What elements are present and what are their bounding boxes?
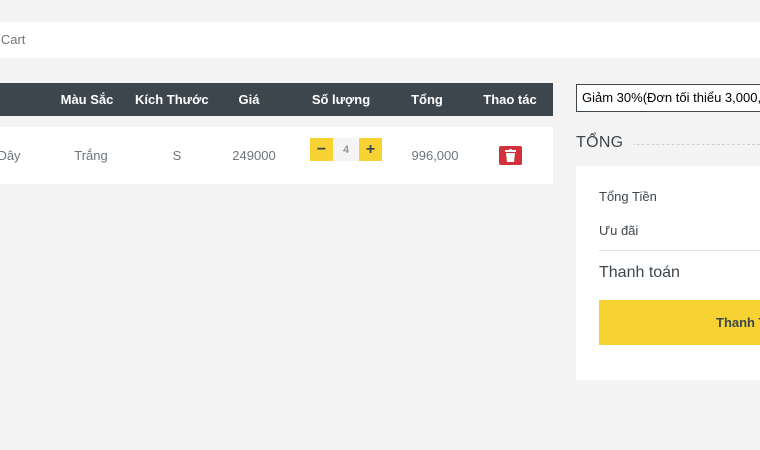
delete-button[interactable] (499, 146, 522, 165)
column-header-quantity: Số lượng (311, 92, 371, 107)
coupon-select[interactable]: Giảm 30%(Đơn tối thiểu 3,000,000) (576, 84, 760, 112)
payment-label: Thanh toán (599, 264, 680, 281)
summary-divider (599, 250, 760, 251)
trash-icon (505, 149, 516, 162)
column-header-color: Màu Sắc (60, 92, 114, 107)
summary-card: Tổng Tiền Ưu đãi Thanh toán Thanh T (576, 166, 760, 380)
table-row: Dây Trắng S 249000 − + 996,000 (0, 127, 553, 184)
summary-title: TỔNG (576, 134, 634, 152)
cell-product[interactable]: Dây (0, 127, 26, 184)
increase-quantity-button[interactable]: + (359, 138, 382, 161)
quantity-input[interactable] (333, 138, 359, 161)
cart-table: Màu Sắc Kích Thước Giá Số lượng Tổng Tha… (0, 83, 553, 116)
cell-price: 249000 (232, 148, 276, 163)
column-header-size: Kích Thước (135, 92, 209, 107)
cell-total: 996,000 (411, 148, 459, 163)
cell-color: Trắng (74, 148, 108, 163)
column-header-actions: Thao tác (483, 92, 537, 107)
cell-size: S (172, 148, 182, 163)
checkout-button[interactable]: Thanh T (599, 300, 760, 345)
breadcrumb[interactable]: g Cart (0, 32, 25, 47)
quantity-stepper: − + (310, 138, 383, 161)
subtotal-label: Tổng Tiền (599, 189, 657, 204)
column-header-total: Tổng (411, 92, 443, 107)
breadcrumb-bar: g Cart (0, 22, 760, 58)
column-header-price: Giá (238, 92, 260, 107)
discount-label: Ưu đãi (599, 223, 639, 238)
decrease-quantity-button[interactable]: − (310, 138, 333, 161)
summary-heading: TỔNG (576, 134, 760, 156)
table-header: Màu Sắc Kích Thước Giá Số lượng Tổng Tha… (0, 83, 553, 116)
